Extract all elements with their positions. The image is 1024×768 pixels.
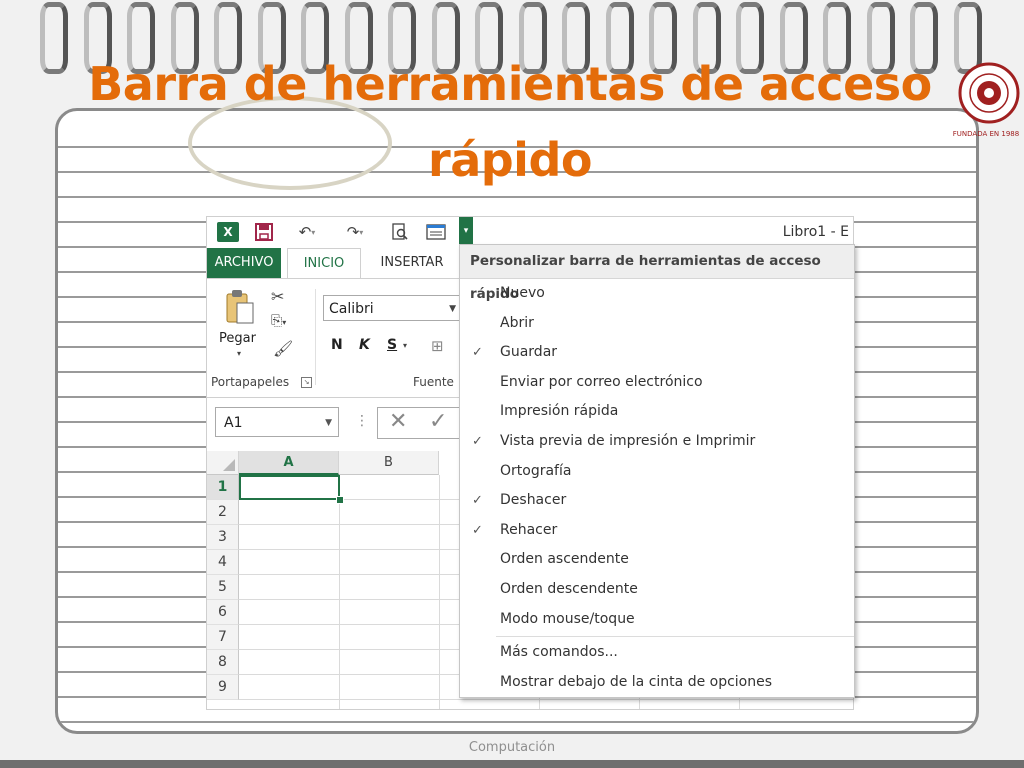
menu-item-label: Orden descendente <box>500 580 638 597</box>
italic-button[interactable]: K <box>359 337 370 353</box>
menu-item-label: Abrir <box>500 314 534 331</box>
borders-icon[interactable]: ⊞ <box>431 337 444 355</box>
menu-item-label: Ortografía <box>500 462 572 479</box>
row-header[interactable]: 2 <box>207 500 239 525</box>
underline-button[interactable]: S <box>387 337 397 353</box>
university-seal-icon <box>958 62 1020 124</box>
paste-dropdown-icon[interactable]: ▾ <box>237 349 241 358</box>
menu-item[interactable]: Abrir <box>460 309 854 339</box>
tab-inicio[interactable]: INICIO <box>287 248 361 279</box>
menu-item[interactable]: Orden descendente <box>460 575 854 605</box>
fill-handle[interactable] <box>336 496 344 504</box>
menu-item-label: Deshacer <box>500 492 567 509</box>
gridline <box>339 475 340 709</box>
bold-button[interactable]: N <box>331 337 343 353</box>
menu-item-label: Rehacer <box>500 521 558 538</box>
chevron-down-icon: ▼ <box>325 418 332 428</box>
row-header[interactable]: 3 <box>207 525 239 550</box>
menu-item[interactable]: Orden ascendente <box>460 545 854 575</box>
menu-separator <box>496 636 854 638</box>
print-preview-icon[interactable] <box>389 221 411 243</box>
row-header[interactable]: 5 <box>207 575 239 600</box>
tab-insertar[interactable]: INSERTAR <box>367 248 457 278</box>
menu-item-label: Impresión rápida <box>500 403 619 420</box>
slide-footer: Computación <box>468 740 556 755</box>
menu-item-label: Nuevo <box>500 285 545 301</box>
format-painter-icon[interactable]: 🖌 <box>273 339 293 358</box>
menu-item-label: Modo mouse/toque <box>500 610 635 627</box>
paste-button[interactable]: Pegar <box>219 331 256 346</box>
menu-item[interactable]: ✓ Deshacer <box>460 486 854 516</box>
cut-icon[interactable]: ✂ <box>271 287 284 306</box>
menu-item-label: Guardar <box>500 344 558 361</box>
menu-items: Nuevo Abrir ✓ Guardar Enviar por correo elec… <box>460 279 854 634</box>
row-header[interactable]: 4 <box>207 550 239 575</box>
menu-item[interactable]: Ortografía <box>460 457 854 487</box>
checkmark-icon: ✓ <box>472 345 483 361</box>
tab-archivo[interactable]: ARCHIVO <box>207 248 281 278</box>
row-header[interactable]: 7 <box>207 625 239 650</box>
form-icon[interactable] <box>425 221 447 243</box>
menu-item[interactable]: ✓ Vista previa de impresión e Imprimir <box>460 427 854 457</box>
row-header[interactable]: 9 <box>207 675 239 700</box>
column-header-b[interactable]: B <box>339 451 439 475</box>
name-box[interactable]: A1 ▼ <box>215 407 339 437</box>
menu-item[interactable]: Impresión rápida <box>460 397 854 427</box>
copy-icon[interactable]: ⎘▾ <box>271 313 286 329</box>
menu-item-more-commands[interactable]: Más comandos... <box>460 638 854 668</box>
gridline <box>439 475 440 709</box>
name-box-value: A1 <box>224 415 243 431</box>
excel-logo-icon: X <box>217 221 239 243</box>
menu-item[interactable]: ✓ Rehacer <box>460 516 854 546</box>
menu-item-label: Vista previa de impresión e Imprimir <box>500 432 756 449</box>
menu-item-label: Orden ascendente <box>500 551 629 568</box>
column-header-a[interactable]: A <box>239 451 339 475</box>
menu-header: Personalizar barra de herramientas de ac… <box>460 245 854 302</box>
paste-icon[interactable] <box>225 289 255 325</box>
active-cell[interactable] <box>239 475 340 500</box>
row-header[interactable]: 1 <box>207 475 239 500</box>
menu-item[interactable]: ✓ Guardar <box>460 338 854 368</box>
clipboard-launcher-icon[interactable]: ↘ <box>301 377 312 388</box>
menu-item[interactable]: Nuevo <box>460 279 854 309</box>
enter-icon[interactable]: ✓ <box>429 409 447 434</box>
redo-icon[interactable]: ↷ ▾ <box>339 221 371 243</box>
group-separator <box>315 289 316 385</box>
bottom-bar <box>0 760 1024 768</box>
checkmark-icon: ✓ <box>472 493 483 509</box>
menu-item[interactable]: Enviar por correo electrónico <box>460 368 854 398</box>
cancel-icon[interactable]: ✕ <box>389 409 407 434</box>
font-group-label: Fuente <box>413 375 454 389</box>
clipboard-group-label: Portapapeles <box>211 375 290 389</box>
logo-caption: FUNDADA EN 1988 <box>952 130 1020 138</box>
checkmark-icon: ✓ <box>472 433 483 449</box>
select-all-button[interactable] <box>207 451 239 475</box>
checkmark-icon: ✓ <box>472 522 483 538</box>
menu-item-label: Más comandos... <box>500 644 618 661</box>
customize-dropdown-icon[interactable]: ▾ <box>459 217 473 245</box>
gridline <box>239 699 853 700</box>
resize-handle-icon[interactable]: ⋮ <box>355 413 369 429</box>
window-title: Libro1 - E <box>782 224 849 240</box>
save-icon[interactable] <box>253 221 275 243</box>
slide-title: Barra de herramientas de acceso rápido <box>88 57 932 187</box>
font-name-select[interactable]: Calibri ▼ <box>323 295 461 321</box>
menu-item-label: Mostrar debajo de la cinta de opciones <box>500 673 773 690</box>
underline-dropdown-icon[interactable]: ▾ <box>403 341 407 350</box>
row-header[interactable]: 8 <box>207 650 239 675</box>
quick-access-toolbar: X ↶ ▾ ↷ ▾ ▾ Libro1 - E <box>207 217 853 247</box>
menu-item-label: Enviar por correo electrónico <box>500 373 703 390</box>
row-header[interactable]: 6 <box>207 600 239 625</box>
undo-icon[interactable]: ↶ ▾ <box>291 221 323 243</box>
chevron-down-icon: ▼ <box>449 304 456 314</box>
font-name-value: Calibri <box>329 301 374 317</box>
customize-qat-menu: Personalizar barra de herramientas de ac… <box>459 244 855 698</box>
menu-item[interactable]: Modo mouse/toque <box>460 605 854 635</box>
menu-item-show-below-ribbon[interactable]: Mostrar debajo de la cinta de opciones <box>460 668 854 698</box>
